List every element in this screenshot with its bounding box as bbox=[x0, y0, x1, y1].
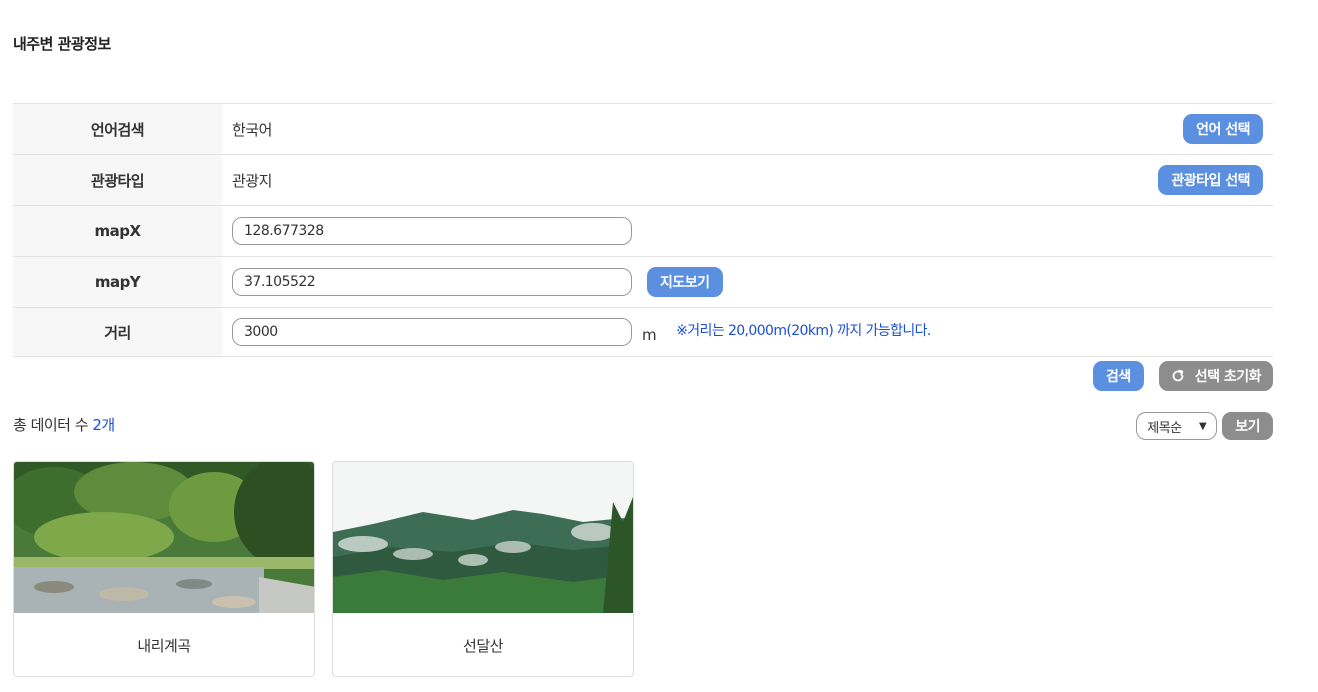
total-prefix: 총 데이터 수 bbox=[13, 416, 93, 434]
reset-label: 선택 초기화 bbox=[1194, 369, 1262, 385]
map-x-input[interactable]: 128.677328 bbox=[232, 217, 632, 245]
row-tour-type: 관광타입 관광지 관광타입 선택 bbox=[13, 155, 1273, 206]
mountain-photo[interactable] bbox=[333, 462, 633, 613]
tour-type-label: 관광타입 bbox=[13, 155, 222, 205]
distance-note: ※거리는 20,000m(20km) 까지 가능합니다. bbox=[676, 323, 931, 339]
refresh-icon bbox=[1172, 369, 1184, 382]
sort-controls: 제목순 ▼ 보기 bbox=[1136, 412, 1273, 440]
select-language-button[interactable]: 언어 선택 bbox=[1183, 114, 1263, 144]
map-x-label: mapX bbox=[13, 206, 222, 256]
tour-type-value: 관광지 bbox=[232, 171, 272, 190]
select-tour-type-button[interactable]: 관광타입 선택 bbox=[1158, 165, 1263, 195]
view-map-button[interactable]: 지도보기 bbox=[647, 267, 723, 297]
distance-unit: m bbox=[642, 326, 657, 344]
page-title: 내주변 관광정보 bbox=[13, 35, 111, 53]
row-language: 언어검색 한국어 언어 선택 bbox=[13, 104, 1273, 155]
search-form: 언어검색 한국어 언어 선택 관광타입 관광지 관광타입 선택 mapX 128… bbox=[13, 103, 1273, 357]
language-label: 언어검색 bbox=[13, 104, 222, 154]
map-y-input[interactable]: 37.105522 bbox=[232, 268, 632, 296]
row-map-y: mapY 37.105522 지도보기 bbox=[13, 257, 1273, 308]
row-map-x: mapX 128.677328 bbox=[13, 206, 1273, 257]
result-card[interactable]: 선달산 bbox=[332, 461, 634, 677]
result-card[interactable]: 내리계곡 bbox=[13, 461, 315, 677]
row-distance: 거리 3000 m ※거리는 20,000m(20km) 까지 가능합니다. bbox=[13, 308, 1273, 357]
total-count: 총 데이터 수 2개 bbox=[13, 414, 115, 435]
map-y-label: mapY bbox=[13, 257, 222, 307]
view-button[interactable]: 보기 bbox=[1222, 412, 1273, 440]
result-cards: 내리계곡 선달산 bbox=[13, 461, 634, 677]
dropdown-arrow-icon: ▼ bbox=[1199, 420, 1207, 432]
distance-input[interactable]: 3000 bbox=[232, 318, 632, 346]
sort-select[interactable]: 제목순 ▼ bbox=[1136, 412, 1218, 440]
valley-photo[interactable] bbox=[14, 462, 314, 613]
sort-selected: 제목순 bbox=[1147, 420, 1182, 436]
card-title: 선달산 bbox=[463, 636, 503, 655]
total-count-value: 2개 bbox=[92, 416, 115, 434]
action-row: 검색 선택 초기화 bbox=[1092, 361, 1273, 391]
distance-label: 거리 bbox=[13, 308, 222, 356]
language-value: 한국어 bbox=[232, 120, 272, 139]
card-title: 내리계곡 bbox=[137, 636, 191, 655]
reset-button[interactable]: 선택 초기화 bbox=[1158, 361, 1273, 391]
search-button[interactable]: 검색 bbox=[1092, 361, 1144, 391]
